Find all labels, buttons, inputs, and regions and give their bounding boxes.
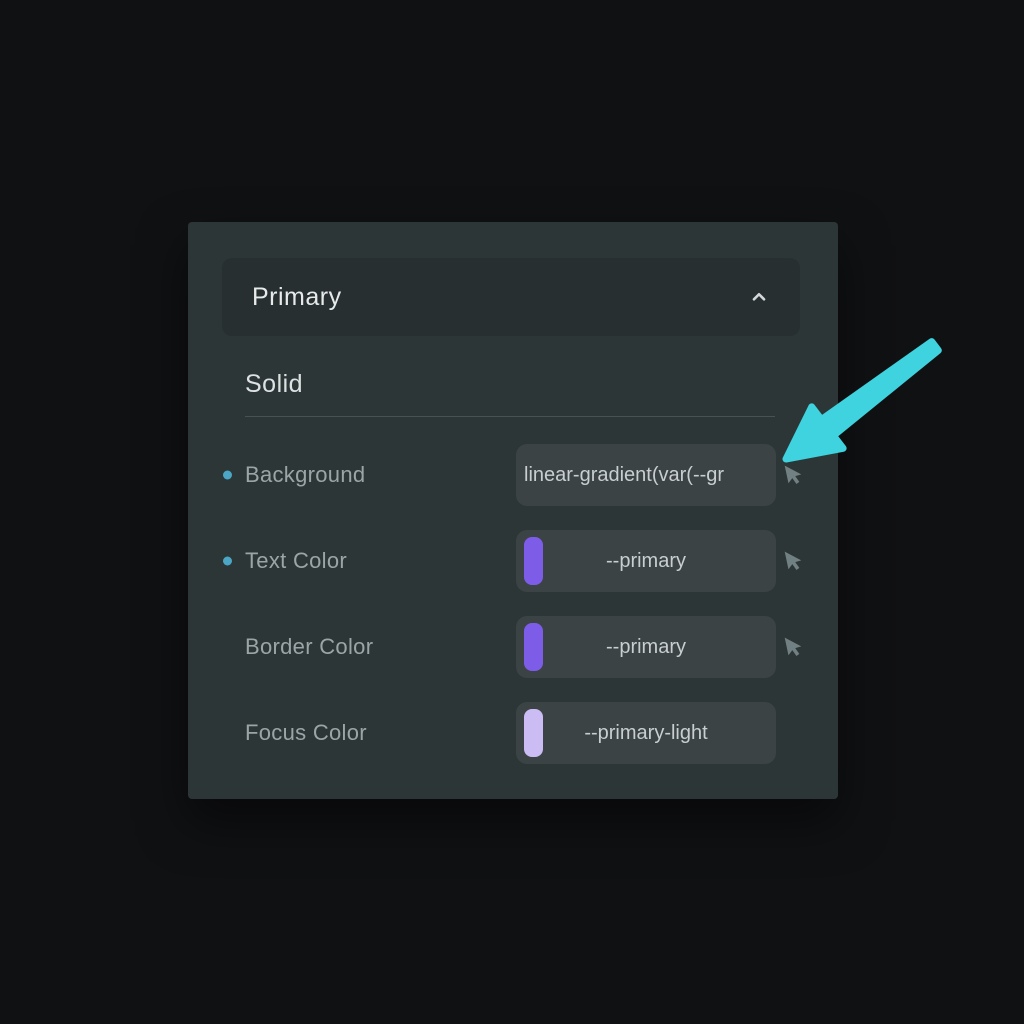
- setting-row-focus-color: Focus Color --primary-light: [188, 702, 838, 764]
- section-title-solid: Solid: [245, 370, 303, 399]
- group-title: Primary: [252, 283, 342, 312]
- field-value: --primary: [606, 636, 686, 659]
- border-color-value-field[interactable]: --primary: [516, 616, 776, 678]
- primary-group-header[interactable]: Primary: [222, 258, 800, 336]
- setting-label: Border Color: [245, 634, 373, 660]
- screenshot-canvas: Primary Solid Background linear-gradient…: [0, 0, 1024, 1024]
- modified-bullet: [223, 557, 232, 566]
- setting-label: Text Color: [245, 548, 347, 574]
- color-swatch[interactable]: [524, 709, 543, 757]
- setting-row-background: Background linear-gradient(var(--gr: [188, 444, 838, 506]
- pointer-cursor-icon: [780, 632, 811, 663]
- color-swatch[interactable]: [524, 537, 543, 585]
- setting-row-text-color: Text Color --primary: [188, 530, 838, 592]
- setting-row-border-color: Border Color --primary: [188, 616, 838, 678]
- background-value-field[interactable]: linear-gradient(var(--gr: [516, 444, 776, 506]
- field-value: --primary: [606, 550, 686, 573]
- field-value: linear-gradient(var(--gr: [524, 464, 724, 487]
- text-color-value-field[interactable]: --primary: [516, 530, 776, 592]
- focus-color-value-field[interactable]: --primary-light: [516, 702, 776, 764]
- setting-label: Background: [245, 462, 365, 488]
- pointer-cursor-icon: [780, 546, 811, 577]
- section-divider: [245, 416, 775, 417]
- color-swatch[interactable]: [524, 623, 543, 671]
- modified-bullet: [223, 471, 232, 480]
- setting-label: Focus Color: [245, 720, 367, 746]
- field-value: --primary-light: [584, 722, 707, 745]
- pointer-cursor-icon: [780, 460, 811, 491]
- color-settings-panel: Primary Solid Background linear-gradient…: [188, 222, 838, 799]
- chevron-up-icon[interactable]: [748, 286, 770, 308]
